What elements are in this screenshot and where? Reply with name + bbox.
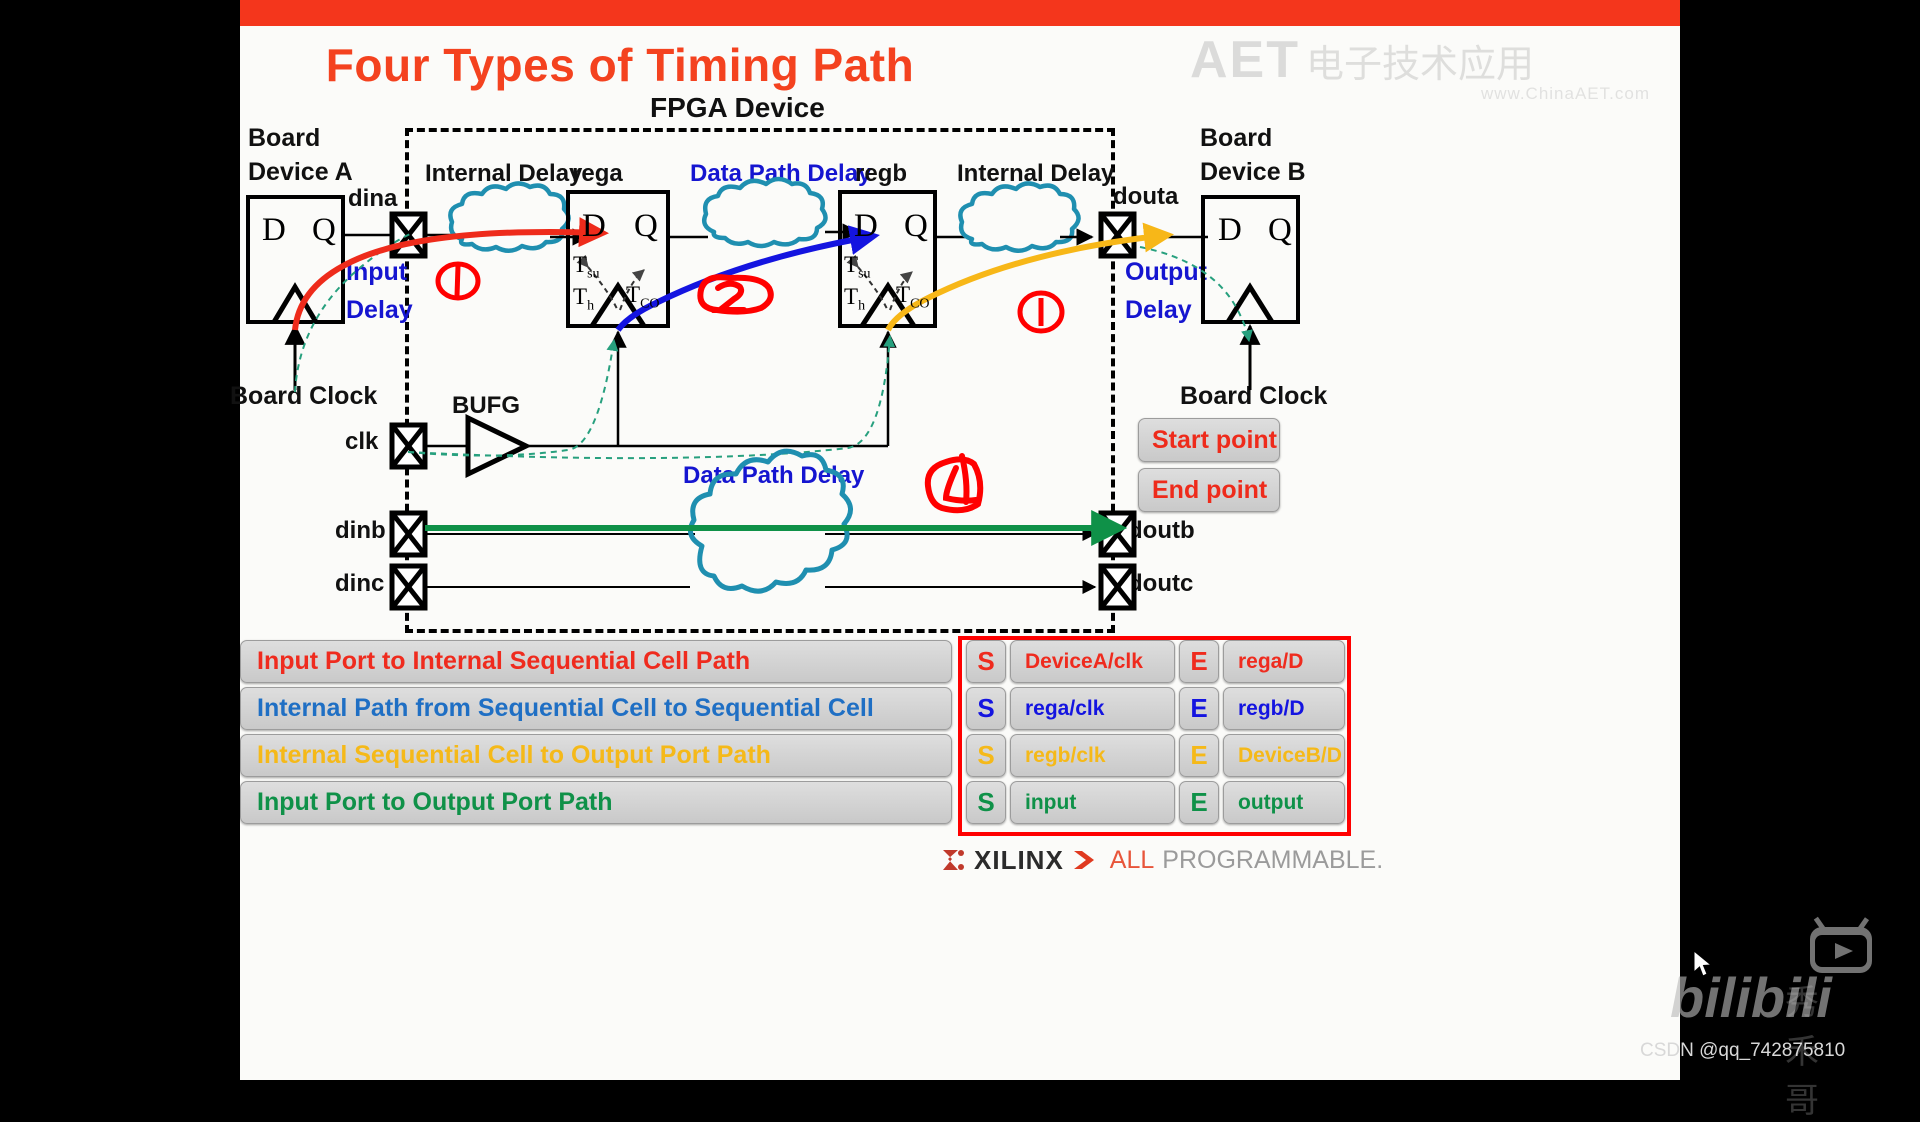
regb-th-sub: h <box>858 298 866 314</box>
legend-s-key-1[interactable]: S <box>966 687 1006 730</box>
legend-e-key-label-1: E <box>1190 693 1208 723</box>
legend-end-label-0: rega/D <box>1238 649 1304 673</box>
xilinx-tag-all: ALL <box>1109 845 1155 874</box>
rega-tco: TCO <box>626 282 660 313</box>
io-buffer-douta <box>1098 211 1137 259</box>
regb-th: Th <box>844 284 865 315</box>
legend-path-label-0: Input Port to Internal Sequential Cell P… <box>257 647 751 675</box>
rega-tsu: Tsu <box>573 252 600 283</box>
legend-end-label-2: DeviceB/D <box>1238 743 1342 767</box>
legend-s-key-label-3: S <box>977 787 995 817</box>
rega-tco-sub: CO <box>640 296 660 312</box>
start-point-key[interactable]: Start point <box>1138 418 1280 462</box>
legend-end-value-0[interactable]: rega/D <box>1223 640 1345 683</box>
rega-th-sub: h <box>587 298 595 314</box>
legend-e-key-1[interactable]: E <box>1179 687 1219 730</box>
legend-end-label-3: output <box>1238 790 1304 814</box>
bufg-buffer-symbol <box>465 414 532 478</box>
io-buffer-dinc <box>389 563 428 611</box>
legend-start-label-3: input <box>1025 790 1077 814</box>
legend-start-label-0: DeviceA/clk <box>1025 649 1143 673</box>
legend-start-value-1[interactable]: rega/clk <box>1010 687 1175 730</box>
rega-tsu-sub: su <box>587 266 600 282</box>
regb-tsu-sub: su <box>858 266 871 282</box>
annotation-mark-4 <box>924 453 984 514</box>
start-point-label: Start point <box>1152 425 1277 454</box>
ff-regb-q: Q <box>904 208 928 244</box>
legend-s-key-label-0: S <box>977 646 995 676</box>
legend-path-label-3: Input Port to Output Port Path <box>257 788 613 816</box>
legend-s-key-0[interactable]: S <box>966 640 1006 683</box>
io-buffer-dinb <box>389 510 428 558</box>
mouse-cursor-icon <box>1693 949 1713 977</box>
cloud-data-path-delay-bottom <box>687 448 853 594</box>
legend-path-row-2[interactable]: Internal Sequential Cell to Output Port … <box>240 734 952 777</box>
legend-end-label-1: regb/D <box>1238 696 1305 720</box>
legend-path-row-0[interactable]: Input Port to Internal Sequential Cell P… <box>240 640 952 683</box>
ff-device-a-d: D <box>262 212 286 248</box>
legend-path-row-1[interactable]: Internal Path from Sequential Cell to Se… <box>240 687 952 730</box>
regb-tco: TCO <box>896 282 930 313</box>
legend-e-key-3[interactable]: E <box>1179 781 1219 824</box>
end-point-key[interactable]: End point <box>1138 468 1280 512</box>
legend-e-key-2[interactable]: E <box>1179 734 1219 777</box>
ff-device-b-d: D <box>1218 212 1242 248</box>
slide-canvas: Four Types of Timing Path AET 电子技术应用 www… <box>230 0 1819 1121</box>
cloud-data-path-delay-top <box>702 176 828 249</box>
io-buffer-doutc <box>1098 563 1137 611</box>
rega-tsu-base: T <box>573 252 588 277</box>
legend-end-value-3[interactable]: output <box>1223 781 1345 824</box>
legend-s-key-label-1: S <box>977 693 995 723</box>
legend-s-key-2[interactable]: S <box>966 734 1006 777</box>
timing-path-schematic <box>246 176 1300 611</box>
legend-end-value-1[interactable]: regb/D <box>1223 687 1345 730</box>
io-buffer-doutb <box>1098 510 1137 558</box>
end-point-label: End point <box>1152 475 1268 504</box>
annotation-mark-1 <box>435 261 481 301</box>
rega-th-base: T <box>573 284 588 309</box>
regb-tsu: Tsu <box>844 252 871 283</box>
legend-start-value-2[interactable]: regb/clk <box>1010 734 1175 777</box>
legend-e-key-0[interactable]: E <box>1179 640 1219 683</box>
legend-e-key-label-2: E <box>1190 740 1208 770</box>
ff-rega-q: Q <box>634 208 658 244</box>
legend-path-row-3[interactable]: Input Port to Output Port Path <box>240 781 952 824</box>
cloud-internal-delay-left <box>448 181 571 253</box>
cloud-internal-delay-right <box>958 181 1081 253</box>
regb-th-base: T <box>844 284 859 309</box>
ff-regb-d: D <box>854 208 878 244</box>
rega-tco-base: T <box>626 282 641 307</box>
legend-end-value-2[interactable]: DeviceB/D <box>1223 734 1345 777</box>
legend-start-value-3[interactable]: input <box>1010 781 1175 824</box>
annotation-mark-3 <box>1017 290 1065 334</box>
legend-s-key-3[interactable]: S <box>966 781 1006 824</box>
xilinx-tag-programmable: PROGRAMMABLE. <box>1162 845 1384 874</box>
ff-device-b-q: Q <box>1268 212 1292 248</box>
legend-e-key-label-0: E <box>1190 646 1208 676</box>
legend-start-label-1: rega/clk <box>1025 696 1105 720</box>
io-buffer-clk <box>389 422 428 470</box>
xilinx-brand-text: XILINX <box>974 844 1064 875</box>
xilinx-chevron-icon <box>1073 851 1094 869</box>
legend-start-label-2: regb/clk <box>1025 743 1106 767</box>
legend-s-key-label-2: S <box>977 740 995 770</box>
xilinx-footer: XILINX ALL PROGRAMMABLE. <box>940 845 1383 875</box>
clock-delay-dash-regb <box>407 334 896 460</box>
regb-tsu-base: T <box>844 252 859 277</box>
regb-tco-base: T <box>896 282 911 307</box>
clock-delay-dash-device-b <box>1139 246 1253 343</box>
legend-path-label-1: Internal Path from Sequential Cell to Se… <box>257 694 874 722</box>
rega-th: Th <box>573 284 594 315</box>
csdn-watermark: CSDN @qq_742875810 <box>1640 1040 1846 1061</box>
xilinx-logo-icon <box>943 850 964 870</box>
ff-rega-d: D <box>582 208 606 244</box>
legend-e-key-label-3: E <box>1190 787 1208 817</box>
screenshot-root: Four Types of Timing Path AET 电子技术应用 www… <box>0 0 1920 1121</box>
regb-tco-sub: CO <box>910 296 930 312</box>
legend-path-label-2: Internal Sequential Cell to Output Port … <box>257 741 771 769</box>
legend-start-value-0[interactable]: DeviceA/clk <box>1010 640 1175 683</box>
ff-device-a-q: Q <box>312 212 336 248</box>
